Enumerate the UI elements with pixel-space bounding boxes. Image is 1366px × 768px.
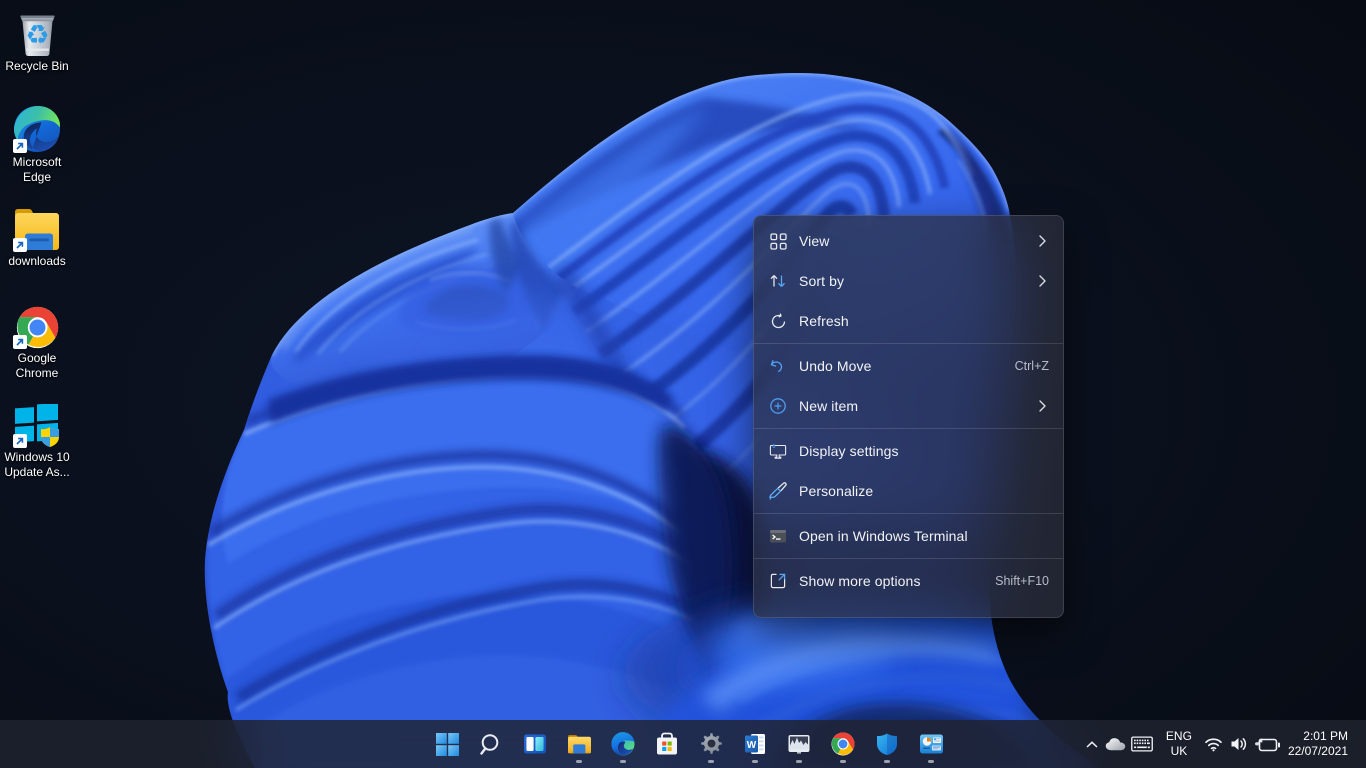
svg-text:♻: ♻ <box>25 20 49 50</box>
svg-text:W: W <box>747 740 757 751</box>
